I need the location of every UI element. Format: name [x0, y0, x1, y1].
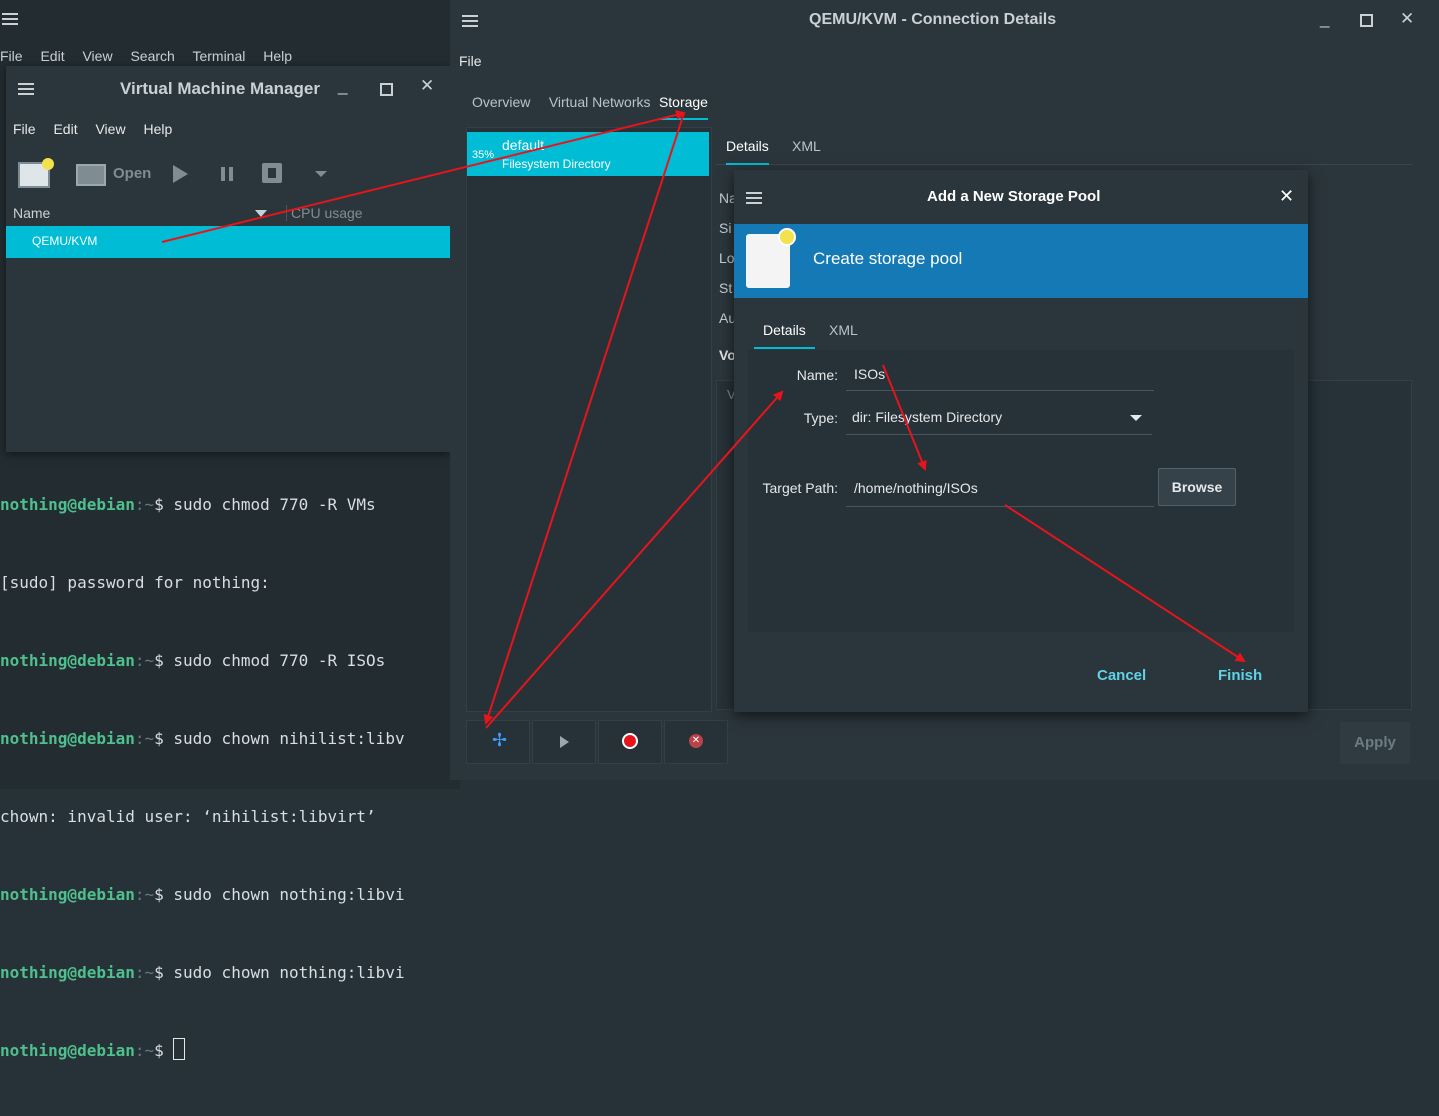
terminal-line: nothing@debian:~$ sudo chown nothing:lib…	[0, 885, 405, 904]
terminal-cursor	[173, 1038, 186, 1060]
arrow-to-target-path	[882, 364, 927, 471]
arrow-to-add-button	[483, 112, 685, 725]
annotation-arrows	[161, 110, 1246, 729]
arrow-to-name-field	[485, 390, 784, 729]
terminal-line: chown: invalid user: ‘nihilist:libvirt’	[0, 807, 376, 826]
arrow-to-finish-button	[1004, 504, 1246, 663]
terminal-line: nothing@debian:~$	[0, 1038, 405, 1064]
terminal-line: nothing@debian:~$ sudo chown nothing:lib…	[0, 963, 405, 982]
arrow-to-storage-tab	[161, 110, 686, 243]
